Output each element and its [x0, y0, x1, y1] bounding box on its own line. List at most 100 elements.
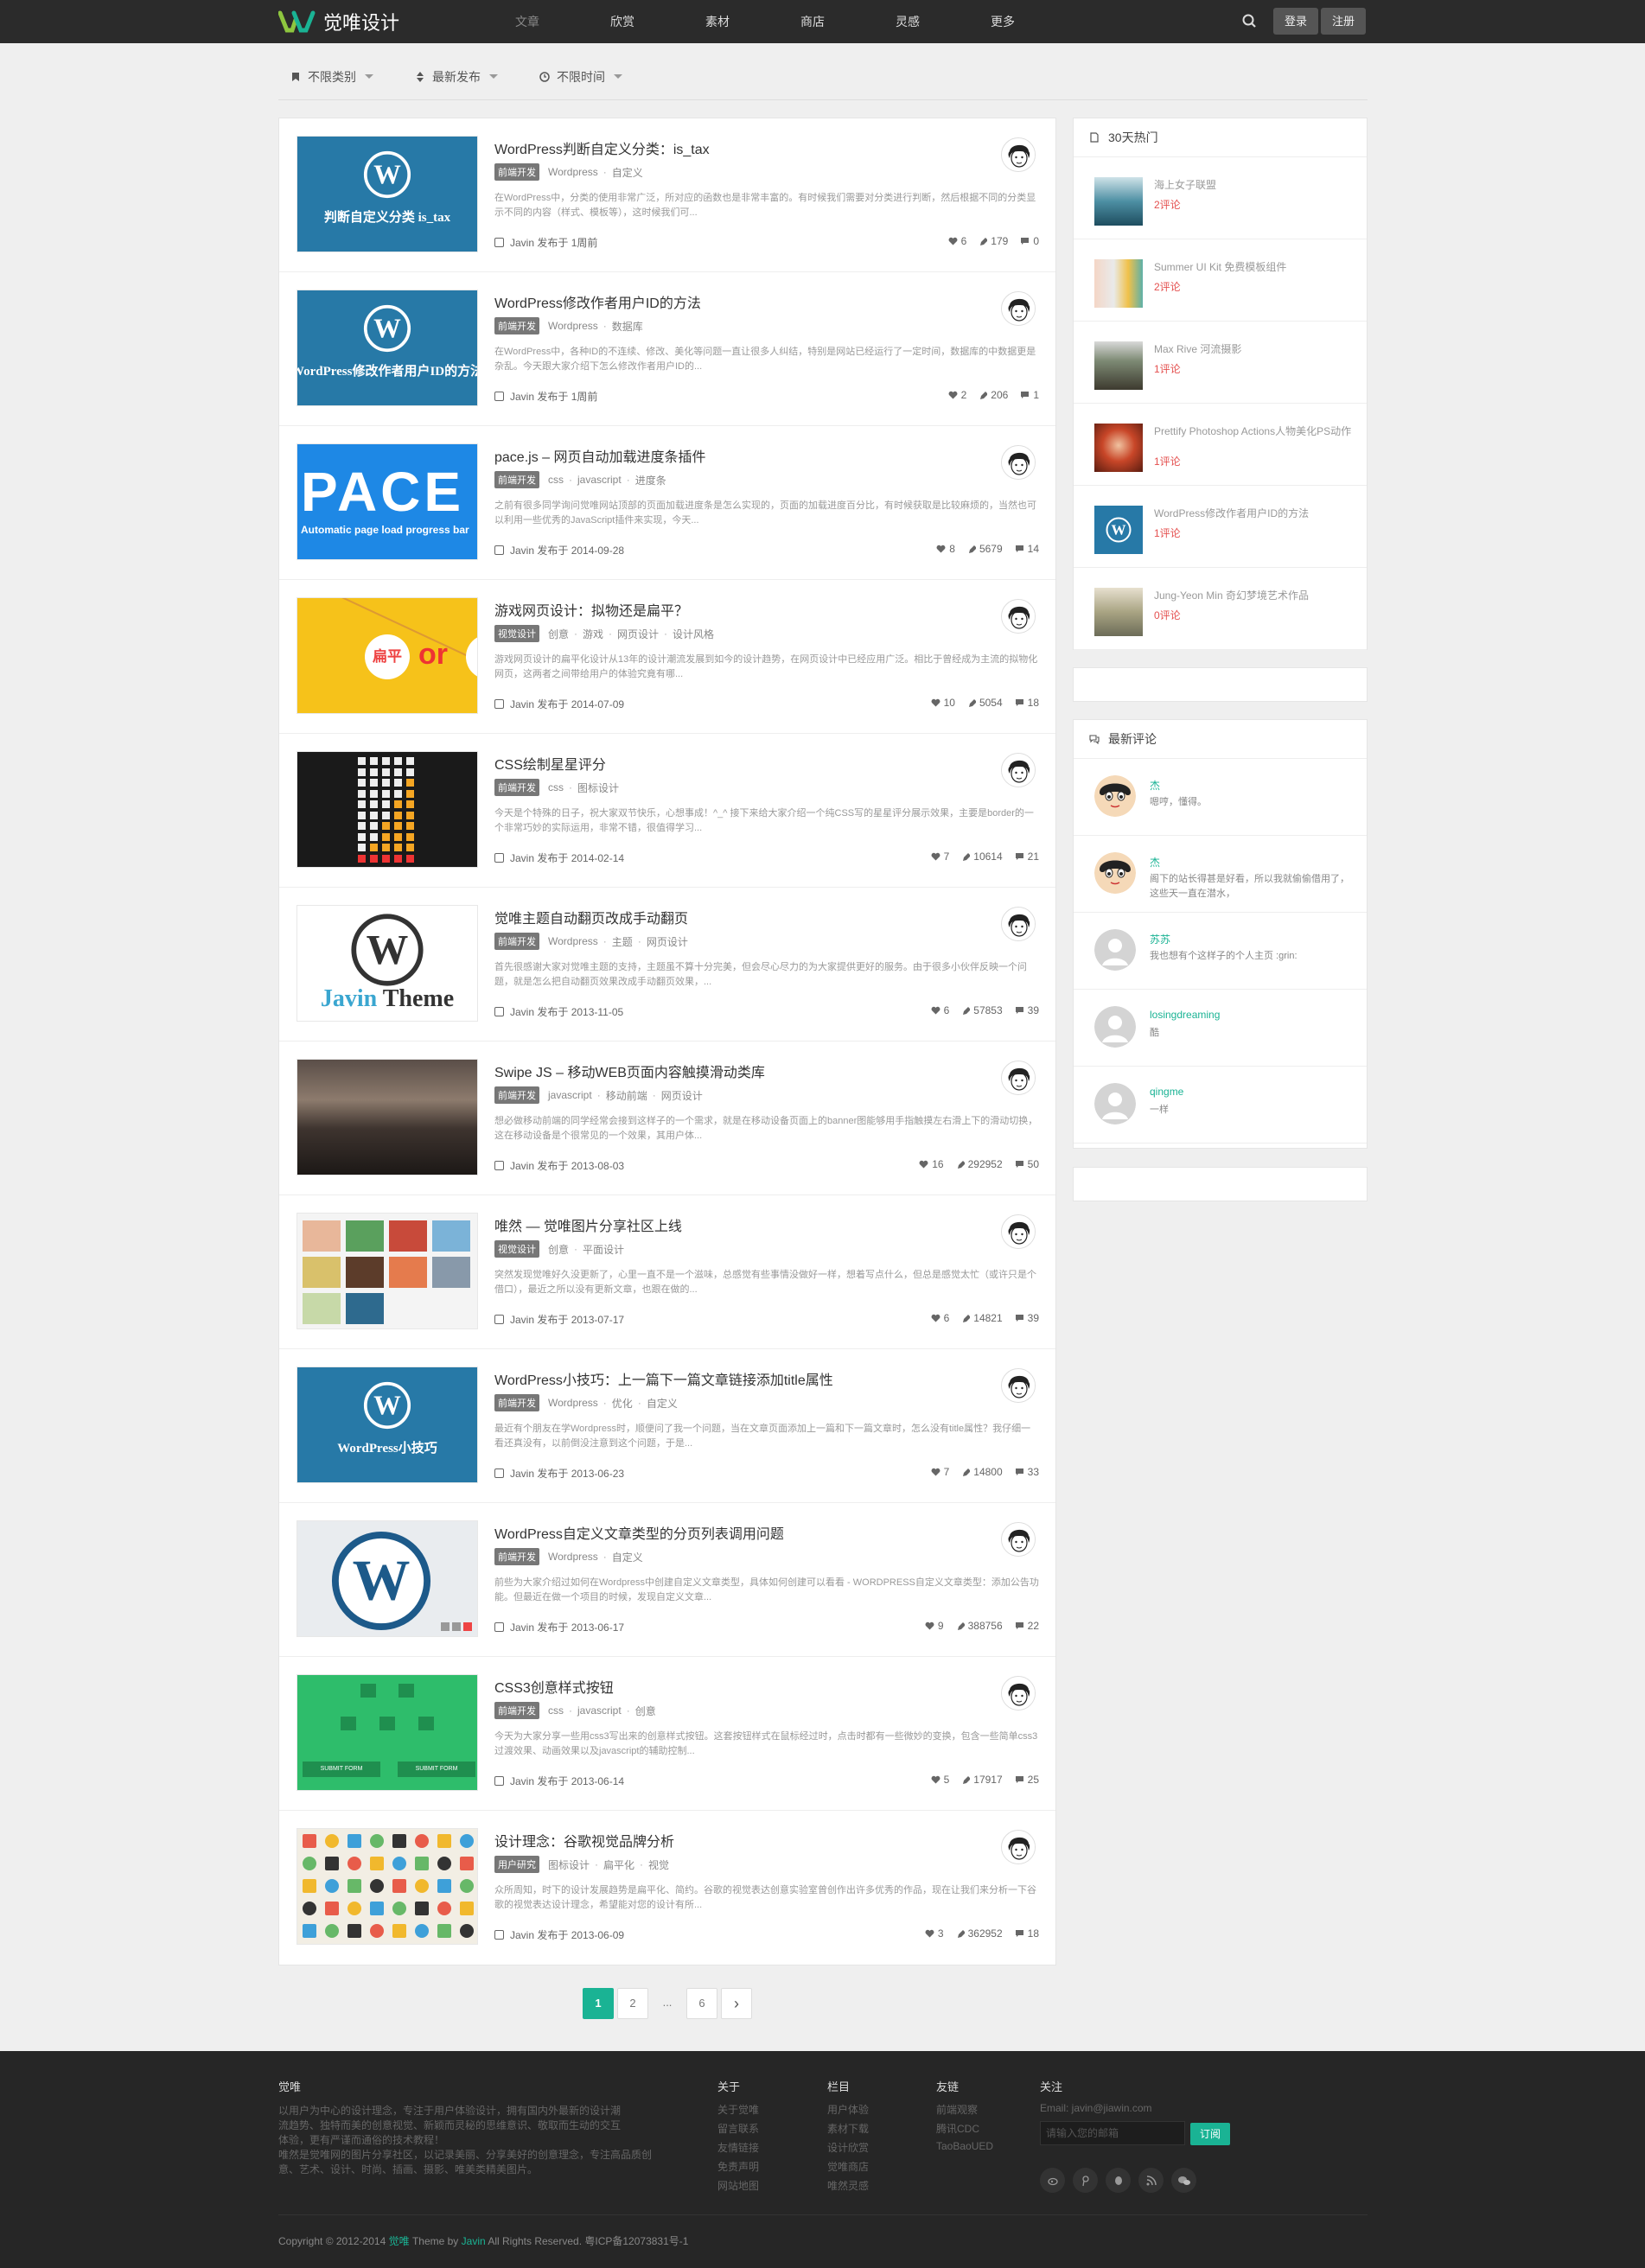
weibo-icon[interactable] [1040, 2168, 1065, 2193]
author-avatar[interactable] [1001, 1830, 1036, 1864]
wechat-icon[interactable] [1171, 2168, 1196, 2193]
post-tag[interactable]: 自定义 [612, 165, 643, 180]
nav-item-articles[interactable]: 文章 [480, 0, 575, 43]
post-tag[interactable]: css [548, 474, 564, 486]
login-button[interactable]: 登录 [1273, 8, 1318, 35]
page-6-button[interactable]: 6 [686, 1988, 717, 2019]
post-thumbnail[interactable]: PACE Automatic page load progress bar [296, 443, 478, 560]
author-avatar[interactable] [1001, 1522, 1036, 1557]
comment-text[interactable]: 酷 [1150, 1026, 1357, 1041]
post-tag[interactable]: 图标设计 [548, 1857, 590, 1872]
post-author[interactable]: Javin [510, 1775, 534, 1787]
post-category-badge[interactable]: 视觉设计 [494, 625, 539, 642]
post-thumbnail[interactable]: W 判断自定义分类 is_tax [296, 136, 478, 252]
author-avatar[interactable] [1001, 753, 1036, 787]
hot-post-title[interactable]: Prettify Photoshop Actions人物美化PS动作 [1154, 424, 1353, 439]
post-tag[interactable]: 图标设计 [577, 780, 619, 795]
post-tag[interactable]: 主题 [612, 934, 633, 949]
post-tag[interactable]: 网页设计 [661, 1088, 703, 1103]
post-title[interactable]: 设计理念：谷歌视觉品牌分析 [494, 1830, 674, 1851]
post-likes[interactable]: 5 [931, 1774, 949, 1786]
post-title[interactable]: WordPress自定义文章类型的分页列表调用问题 [494, 1522, 784, 1543]
post-comments[interactable]: 50 [1015, 1158, 1039, 1170]
footer-link[interactable]: 友情链接 [717, 2140, 759, 2155]
post-tag[interactable]: css [548, 1704, 564, 1717]
post-comments[interactable]: 21 [1015, 850, 1039, 863]
post-author[interactable]: Javin [510, 1929, 534, 1941]
author-avatar[interactable] [1001, 291, 1036, 326]
author-avatar[interactable] [1001, 599, 1036, 634]
post-author[interactable]: Javin [510, 391, 534, 403]
post-tag[interactable]: 优化 [612, 1396, 633, 1411]
post-tag[interactable]: 视觉 [648, 1857, 669, 1872]
footer-link[interactable]: 关于觉唯 [717, 2102, 759, 2117]
post-author[interactable]: Javin [510, 1006, 534, 1018]
post-tag[interactable]: 平面设计 [583, 1242, 624, 1257]
post-comments[interactable]: 18 [1015, 697, 1039, 709]
search-icon[interactable] [1240, 12, 1259, 31]
post-thumbnail[interactable]: W WordPress小技巧 [296, 1367, 478, 1483]
post-likes[interactable]: 6 [948, 235, 966, 247]
post-comments[interactable]: 0 [1020, 235, 1039, 247]
post-likes[interactable]: 7 [931, 850, 949, 863]
page-2-button[interactable]: 2 [617, 1988, 648, 2019]
filter-category[interactable]: 不限类别 [290, 68, 373, 86]
commenter-name[interactable]: 杰 [1150, 855, 1160, 870]
post-likes[interactable]: 16 [919, 1158, 944, 1170]
footer-link[interactable]: 网站地图 [717, 2178, 759, 2193]
post-tag[interactable]: javascript [548, 1089, 592, 1101]
post-title[interactable]: CSS绘制星星评分 [494, 753, 606, 774]
post-likes[interactable]: 7 [931, 1466, 949, 1478]
copyright-brand-link[interactable]: 觉唯 [389, 2235, 410, 2247]
tencent-weibo-icon[interactable] [1073, 2168, 1098, 2193]
footer-link[interactable]: 前端观察 [936, 2102, 978, 2117]
comment-text[interactable]: 嗯哼，懂得。 [1150, 795, 1357, 810]
footer-link[interactable]: 唯然灵感 [827, 2178, 869, 2193]
hot-post-item[interactable]: Max Rive 河流摄影 1评论 [1074, 322, 1367, 404]
author-avatar[interactable] [1001, 445, 1036, 480]
post-tag[interactable]: 进度条 [635, 473, 666, 487]
post-tag[interactable]: 移动前端 [606, 1088, 647, 1103]
subscribe-button[interactable]: 订阅 [1190, 2123, 1230, 2145]
post-likes[interactable]: 10 [931, 697, 955, 709]
filter-sort[interactable]: 最新发布 [415, 68, 498, 86]
filter-time[interactable]: 不限时间 [539, 68, 622, 86]
commenter-avatar[interactable] [1094, 775, 1136, 817]
footer-link[interactable]: TaoBaoUED [936, 2140, 993, 2152]
post-author[interactable]: Javin [510, 237, 534, 249]
comment-text[interactable]: 阁下的站长得甚是好看，所以我就偷偷借用了，这些天一直在潜水， [1150, 872, 1357, 901]
post-author[interactable]: Javin [510, 545, 534, 557]
hot-post-title[interactable]: Summer UI Kit 免费模板组件 [1154, 260, 1353, 275]
commenter-avatar[interactable] [1094, 1083, 1136, 1124]
author-avatar[interactable] [1001, 1214, 1036, 1249]
rss-icon[interactable] [1138, 2168, 1164, 2193]
post-likes[interactable]: 6 [931, 1312, 949, 1324]
commenter-name[interactable]: 苏苏 [1150, 932, 1170, 946]
post-category-badge[interactable]: 前端开发 [494, 1394, 539, 1411]
post-tag[interactable]: javascript [577, 474, 622, 486]
post-title[interactable]: 游戏网页设计：拟物还是扁平？ [494, 599, 688, 620]
nav-item-inspiration[interactable]: 灵感 [860, 0, 955, 43]
hot-post-title[interactable]: WordPress修改作者用户ID的方法 [1154, 506, 1353, 521]
post-thumbnail[interactable] [296, 1059, 478, 1175]
footer-link[interactable]: 素材下载 [827, 2121, 869, 2136]
post-title[interactable]: pace.js – 网页自动加载进度条插件 [494, 445, 706, 466]
post-likes[interactable]: 6 [931, 1004, 949, 1016]
post-tag[interactable]: Wordpress [548, 1551, 598, 1563]
nav-item-materials[interactable]: 素材 [670, 0, 765, 43]
post-title[interactable]: 觉唯主题自动翻页改成手动翻页 [494, 907, 688, 927]
footer-link[interactable]: 腾讯CDC [936, 2121, 979, 2136]
post-thumbnail[interactable] [296, 1213, 478, 1329]
nav-item-store[interactable]: 商店 [765, 0, 860, 43]
post-tag[interactable]: 扁平化 [603, 1857, 634, 1872]
post-tag[interactable]: 数据库 [612, 319, 643, 334]
post-comments[interactable]: 39 [1015, 1004, 1039, 1016]
post-thumbnail[interactable]: 扁平 or [296, 597, 478, 714]
post-likes[interactable]: 3 [925, 1927, 944, 1940]
comment-text[interactable]: 我也想有个这样子的个人主页 :grin: [1150, 949, 1357, 964]
post-author[interactable]: Javin [510, 1621, 534, 1634]
post-thumbnail[interactable]: W WordPress修改作者用户ID的方法 [296, 290, 478, 406]
hot-post-title[interactable]: 海上女子联盟 [1154, 178, 1353, 193]
post-comments[interactable]: 1 [1020, 389, 1039, 401]
post-title[interactable]: WordPress修改作者用户ID的方法 [494, 291, 701, 312]
